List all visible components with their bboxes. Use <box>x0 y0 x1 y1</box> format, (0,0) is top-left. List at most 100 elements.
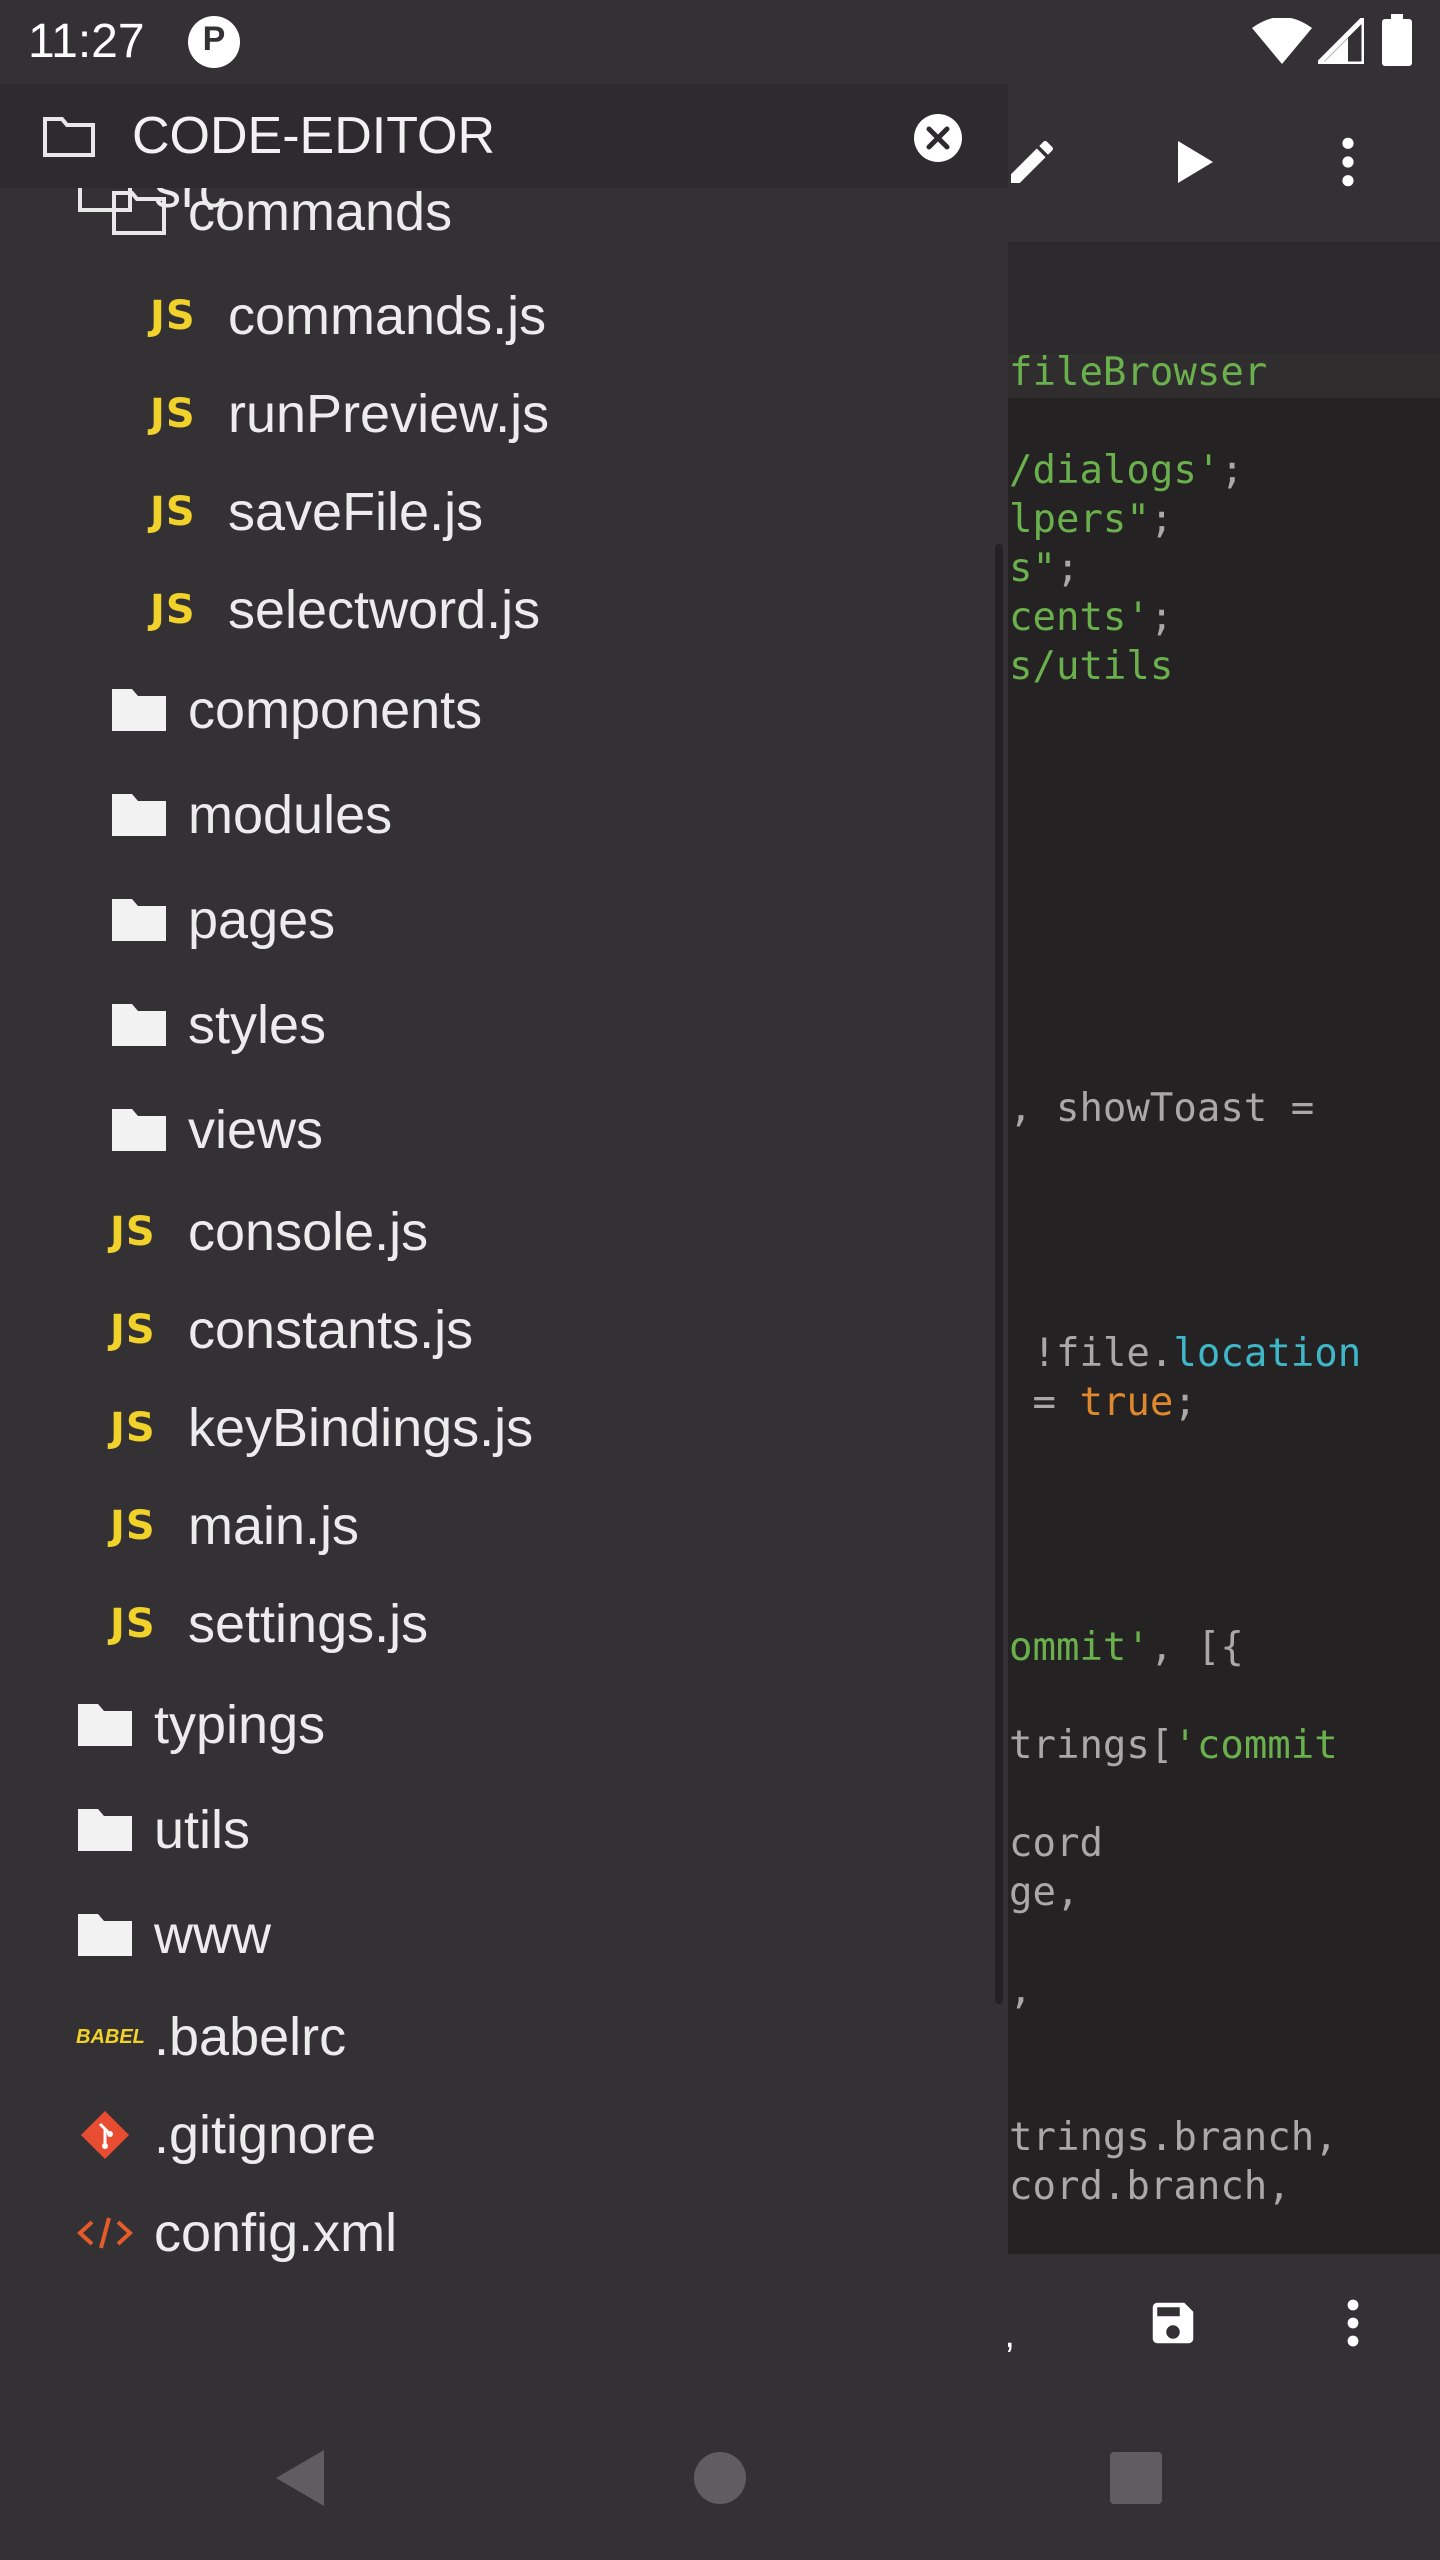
code-line: s"; <box>1009 546 1080 591</box>
p-notification-icon: P <box>188 16 240 68</box>
folder-icon <box>110 1105 168 1155</box>
folder-row[interactable]: pages <box>110 875 335 965</box>
code-line: lpers"; <box>1009 497 1174 542</box>
code-line: trings['commit <box>1009 1723 1338 1768</box>
drawer-scrollbar[interactable] <box>995 544 1003 2004</box>
battery-icon <box>1382 14 1412 66</box>
file-label: console.js <box>188 1202 429 1262</box>
file-row[interactable]: JS keyBindings.js <box>110 1383 533 1473</box>
file-label: styles <box>188 995 327 1055</box>
code-line: , <box>1009 1968 1033 2013</box>
git-file-icon <box>76 2110 134 2160</box>
code-line: fileBrowser <box>1009 350 1268 395</box>
code-line: cents'; <box>1009 595 1174 640</box>
js-file-icon: JS <box>150 293 196 339</box>
folder-row[interactable]: utils <box>76 1785 250 1875</box>
js-file-icon: JS <box>150 587 196 633</box>
close-circle-icon[interactable] <box>912 112 964 164</box>
wifi-icon <box>1252 18 1312 64</box>
editor-bottom-toolbar: , <box>1000 2254 1440 2394</box>
file-row[interactable]: JS saveFile.js <box>150 467 483 557</box>
js-file-icon: JS <box>110 1209 156 1255</box>
js-file-icon: JS <box>150 391 196 437</box>
file-label: modules <box>188 785 393 845</box>
file-label: commands <box>188 182 453 242</box>
xml-file-icon <box>76 2208 134 2258</box>
folder-row[interactable]: components <box>110 665 482 755</box>
file-label: components <box>188 680 483 740</box>
signal-icon <box>1318 18 1364 64</box>
folder-icon <box>76 1910 134 1960</box>
code-line: /dialogs'; <box>1009 448 1244 493</box>
pencil-icon[interactable] <box>1004 134 1060 190</box>
editor-toolbar <box>1000 84 1440 242</box>
recents-icon[interactable] <box>1108 2450 1164 2506</box>
file-row[interactable]: JS runPreview.js <box>150 369 549 459</box>
code-line: trings.branch, <box>1009 2115 1338 2160</box>
file-label: typings <box>154 1695 326 1755</box>
code-line: cord.branch, <box>1009 2164 1291 2209</box>
file-row[interactable]: JS selectword.js <box>150 565 540 655</box>
navigation-bar <box>0 2394 1440 2560</box>
code-line: ommit', [{ <box>1009 1625 1244 1670</box>
file-row[interactable]: JS constants.js <box>110 1285 473 1375</box>
file-label: main.js <box>188 1496 360 1556</box>
folder-icon <box>110 895 168 945</box>
drawer-title: CODE-EDITOR <box>132 107 496 165</box>
folder-row[interactable]: styles <box>110 980 326 1070</box>
folder-outline-icon <box>110 187 168 237</box>
folder-outline-icon <box>43 117 95 157</box>
file-row[interactable]: BABEL .babelrc <box>76 1992 346 2082</box>
home-icon[interactable] <box>692 2450 748 2506</box>
file-label: settings.js <box>188 1594 429 1654</box>
folder-icon <box>110 790 168 840</box>
file-label: runPreview.js <box>228 384 550 444</box>
js-file-icon: JS <box>110 1601 156 1647</box>
file-label: .babelrc <box>154 2007 347 2067</box>
file-row[interactable]: .gitignore <box>76 2090 376 2180</box>
file-row[interactable]: JS commands.js <box>150 271 546 361</box>
file-row[interactable]: config.xml <box>76 2188 397 2278</box>
more-vertical-icon[interactable] <box>1326 2296 1380 2350</box>
file-label: .gitignore <box>154 2105 377 2165</box>
file-label: config.xml <box>154 2203 398 2263</box>
file-row[interactable]: JS console.js <box>110 1187 428 1277</box>
play-icon[interactable] <box>1164 134 1220 190</box>
folder-icon <box>110 685 168 735</box>
file-label: pages <box>188 890 336 950</box>
file-browser-drawer: CODE-EDITOR src commands JS commands.js JS r… <box>0 84 1008 2394</box>
folder-icon <box>76 1700 134 1750</box>
file-row[interactable]: JS main.js <box>110 1481 359 1571</box>
babel-file-icon: BABEL <box>76 2026 145 2048</box>
file-label: saveFile.js <box>228 482 484 542</box>
file-label: www <box>154 1905 271 1965</box>
file-label: constants.js <box>188 1300 474 1360</box>
file-label: commands.js <box>228 286 547 346</box>
folder-icon <box>76 1805 134 1855</box>
js-file-icon: JS <box>150 489 196 535</box>
file-label: views <box>188 1100 324 1160</box>
folder-row[interactable]: www <box>76 1890 271 1980</box>
folder-row[interactable]: modules <box>110 770 392 860</box>
js-file-icon: JS <box>110 1405 156 1451</box>
js-file-icon: JS <box>110 1503 156 1549</box>
folder-icon <box>110 1000 168 1050</box>
back-icon[interactable] <box>272 2448 328 2508</box>
code-line: , showToast = <box>1009 1086 1315 1131</box>
code-line: ge, <box>1009 1870 1080 1915</box>
js-file-icon: JS <box>110 1307 156 1353</box>
save-icon[interactable] <box>1146 2296 1200 2350</box>
code-line: = true; <box>1009 1380 1197 1425</box>
file-label: selectword.js <box>228 580 541 640</box>
status-time: 11:27 <box>28 15 145 68</box>
more-vertical-icon[interactable] <box>1320 134 1376 190</box>
code-line: !file.location <box>1009 1331 1362 1376</box>
file-label: utils <box>154 1800 251 1860</box>
code-line: s/utils <box>1009 644 1174 689</box>
folder-row[interactable]: views <box>110 1085 323 1175</box>
file-row[interactable]: JS settings.js <box>110 1579 428 1669</box>
folder-row[interactable]: typings <box>76 1680 325 1770</box>
drawer-header: CODE-EDITOR <box>0 84 1008 188</box>
file-label: keyBindings.js <box>188 1398 534 1458</box>
code-line: cord <box>1009 1821 1103 1866</box>
